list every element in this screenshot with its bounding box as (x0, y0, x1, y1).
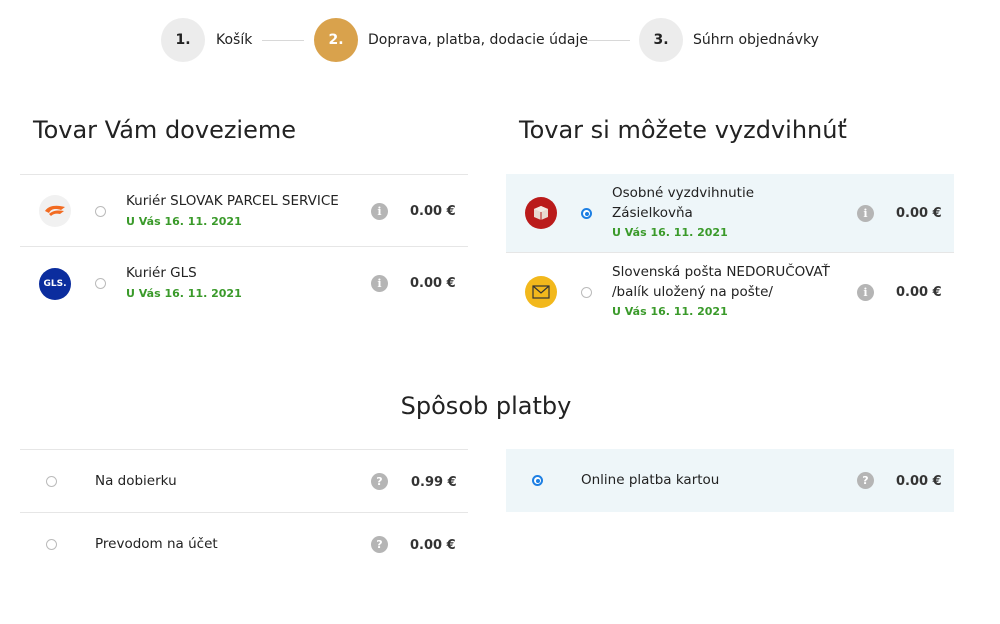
step-connector (262, 40, 304, 41)
help-icon[interactable]: ? (857, 472, 874, 489)
payment-option-transfer[interactable]: Prevodom na účet ? 0.00 € (20, 512, 468, 575)
step-3-label: Súhrn objednávky (693, 32, 819, 48)
step-connector (586, 40, 630, 41)
payment-option-cod[interactable]: Na dobierku ? 0.99 € (20, 449, 468, 512)
gls-logo-icon: GLS. (39, 268, 71, 300)
delivery-option-gls[interactable]: GLS. Kuriér GLS U Vás 16. 11. 2021 i 0.0… (20, 246, 468, 318)
pickup-zasielkovna-radio[interactable] (581, 208, 592, 219)
payment-option-price: 0.99 € (411, 475, 457, 490)
zasielkovna-logo-icon (525, 197, 557, 229)
pickup-option-posta[interactable]: Slovenská pošta NEDORUČOVAŤ /balík ulože… (506, 252, 954, 330)
pickup-option-zasielkovna[interactable]: Osobné vyzdvihnutie Zásielkovňa U Vás 16… (506, 174, 954, 252)
payment-option-name: Online platba kartou (581, 472, 720, 488)
pickup-option-price: 0.00 € (896, 206, 942, 221)
payment-cod-radio[interactable] (46, 476, 57, 487)
info-icon[interactable]: i (857, 284, 874, 301)
delivery-sps-radio[interactable] (95, 206, 106, 217)
delivery-option-date: U Vás 16. 11. 2021 (126, 287, 242, 300)
payment-option-price: 0.00 € (896, 474, 942, 489)
payment-option-card[interactable]: Online platba kartou ? 0.00 € (506, 449, 954, 512)
info-icon[interactable]: i (857, 205, 874, 222)
pickup-option-name-line1: Slovenská pošta NEDORUČOVAŤ (612, 264, 830, 280)
pickup-option-name-line2: /balík uložený na pošte/ (612, 284, 773, 300)
payment-section-title: Spôsob platby (400, 392, 572, 420)
delivery-option-price: 0.00 € (410, 204, 456, 219)
pickup-section-title: Tovar si môžete vyzdvihnúť (519, 116, 847, 144)
delivery-section-title: Tovar Vám dovezieme (33, 116, 297, 144)
posta-logo-icon (525, 276, 557, 308)
step-1-circle[interactable]: 1. (161, 18, 205, 62)
step-3-circle: 3. (639, 18, 683, 62)
pickup-posta-radio[interactable] (581, 287, 592, 298)
help-icon[interactable]: ? (371, 473, 388, 490)
payment-card-radio[interactable] (532, 475, 543, 486)
delivery-option-date: U Vás 16. 11. 2021 (126, 215, 242, 228)
payment-option-name: Na dobierku (95, 473, 177, 489)
delivery-gls-radio[interactable] (95, 278, 106, 289)
payment-transfer-radio[interactable] (46, 539, 57, 550)
pickup-option-name-line2: Zásielkovňa (612, 205, 693, 221)
checkout-stepper: 1. Košík 2. Doprava, platba, dodacie úda… (0, 18, 1000, 64)
step-1-label[interactable]: Košík (216, 32, 252, 48)
delivery-option-name: Kuriér GLS (126, 265, 197, 281)
pickup-option-name-line1: Osobné vyzdvihnutie (612, 185, 755, 201)
step-2-label: Doprava, platba, dodacie údaje (368, 32, 588, 48)
info-icon[interactable]: i (371, 275, 388, 292)
info-icon[interactable]: i (371, 203, 388, 220)
sps-logo-icon (39, 195, 71, 227)
delivery-option-sps[interactable]: Kuriér SLOVAK PARCEL SERVICE U Vás 16. 1… (20, 174, 468, 246)
pickup-option-price: 0.00 € (896, 285, 942, 300)
step-2-circle: 2. (314, 18, 358, 62)
delivery-option-name: Kuriér SLOVAK PARCEL SERVICE (126, 193, 339, 209)
pickup-option-date: U Vás 16. 11. 2021 (612, 305, 728, 318)
help-icon[interactable]: ? (371, 536, 388, 553)
pickup-option-date: U Vás 16. 11. 2021 (612, 226, 728, 239)
payment-option-name: Prevodom na účet (95, 536, 218, 552)
payment-option-price: 0.00 € (410, 538, 456, 553)
delivery-option-price: 0.00 € (410, 276, 456, 291)
